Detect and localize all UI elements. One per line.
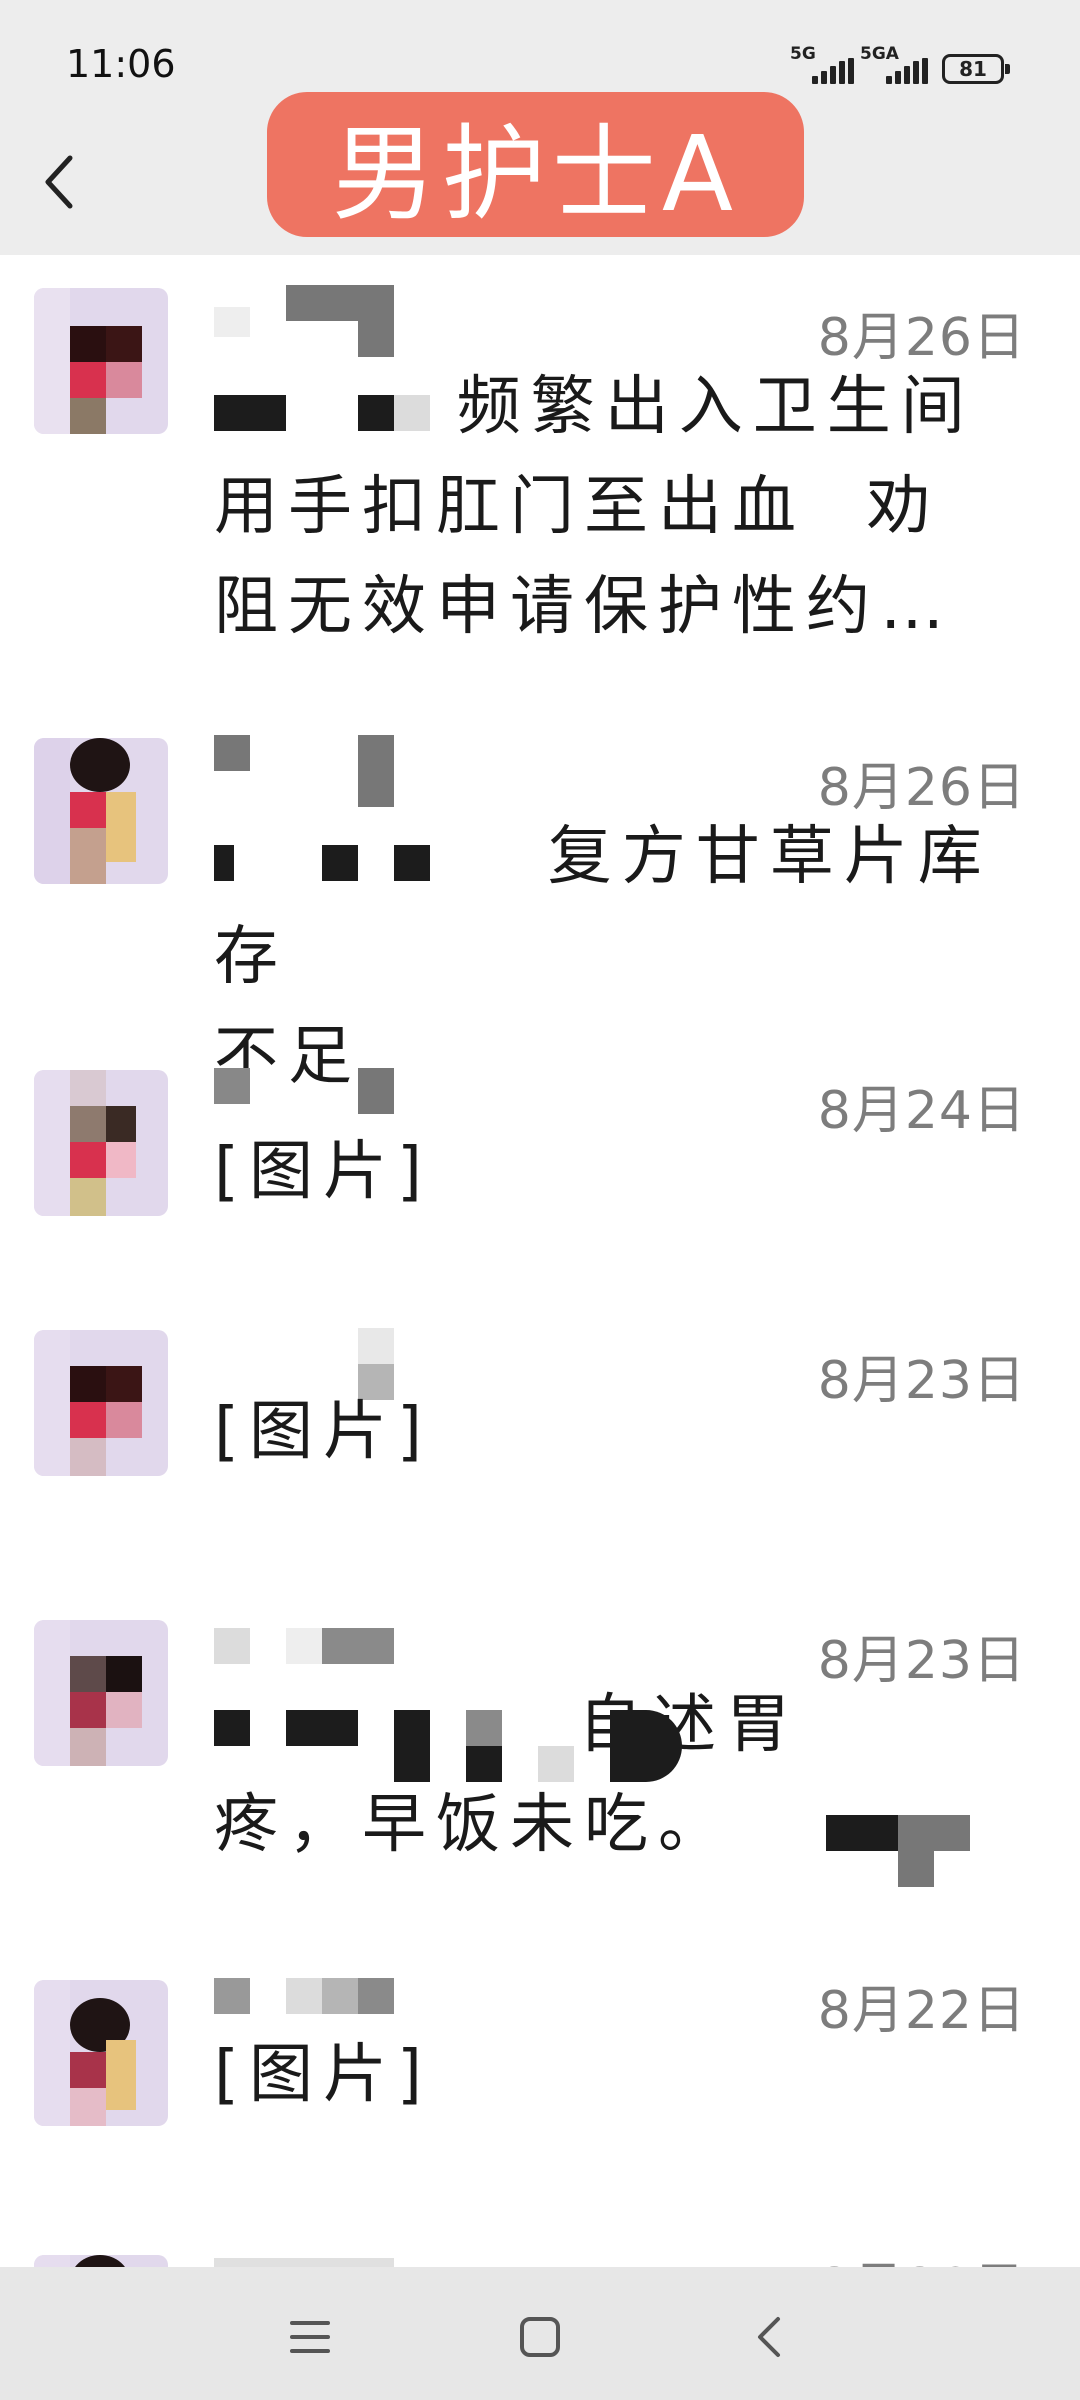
message-preview: [图片] [214,1395,432,1469]
battery-level: 81 [959,57,987,81]
redaction-block [358,395,394,431]
redaction-block [610,1710,682,1782]
status-time: 11:06 [66,42,176,86]
list-item[interactable]: 8月20日 [0,2190,1080,2267]
redaction-block [898,1851,934,1887]
message-preview: [图片] [214,2038,432,2112]
page-title: 男护士A [331,113,740,235]
redaction-block [466,1710,502,1746]
redaction-block [394,395,430,431]
redaction-block [394,1710,430,1782]
back-chevron-icon [758,2317,780,2357]
name-mask [214,735,414,807]
signal-5g-icon: 5G [790,44,860,86]
home-square-icon [520,2317,560,2357]
title-badge: 男护士A [267,92,804,237]
avatar [34,738,168,884]
avatar [34,1070,168,1216]
back-button[interactable] [36,150,92,214]
list-item[interactable]: 8月26日 频繁出入卫生间 用手扣肛门至出血 劝 阻无效申请保护性约… [0,255,1080,705]
name-mask [214,2248,414,2267]
avatar [34,288,168,434]
redaction-block [394,845,430,881]
chevron-left-icon [45,155,73,209]
system-back-button[interactable] [730,2297,810,2377]
list-item[interactable]: 8月22日 [图片] [0,1930,1080,2190]
redaction-block [538,1746,574,1782]
redaction-block [214,1710,250,1746]
message-list[interactable]: 8月26日 频繁出入卫生间 用手扣肛门至出血 劝 阻无效申请保护性约… 8月26… [0,255,1080,2267]
recent-apps-button[interactable] [270,2297,350,2377]
redaction-block [322,845,358,881]
redaction-block [286,1710,358,1746]
list-item[interactable]: 8月23日 自述胃 疼，早饭未吃。 [0,1570,1080,1930]
redaction-block [826,1815,898,1851]
redaction-block [214,845,234,881]
redaction-block [214,395,286,431]
home-button[interactable] [500,2297,580,2377]
avatar [34,1330,168,1476]
list-item[interactable]: 8月23日 [图片] [0,1310,1080,1570]
screen: 11:06 5G 5GA 81 男护士A 8月26日 频繁出入卫生间 用手扣肛门… [0,0,1080,2400]
menu-icon [290,2321,330,2353]
message-preview: 频繁出入卫生间 用手扣肛门至出血 劝 阻无效申请保护性约… [214,370,975,644]
system-nav-bar [0,2267,1080,2400]
message-date: 8月20日 [818,2245,1026,2267]
list-item[interactable]: 8月26日 复方甘草片库存 不足 [0,705,1080,1094]
message-preview: [图片] [214,1135,432,1209]
avatar [34,1980,168,2126]
avatar [34,2255,168,2267]
battery-icon: 81 [942,54,1010,84]
chat-header: 男护士A [0,92,1080,255]
redaction-block [898,1815,970,1851]
list-item[interactable]: 8月24日 [图片] [0,1050,1080,1310]
signal-5ga-icon: 5GA [860,44,932,86]
redaction-block [466,1746,502,1782]
avatar [34,1620,168,1766]
name-mask [214,285,414,357]
